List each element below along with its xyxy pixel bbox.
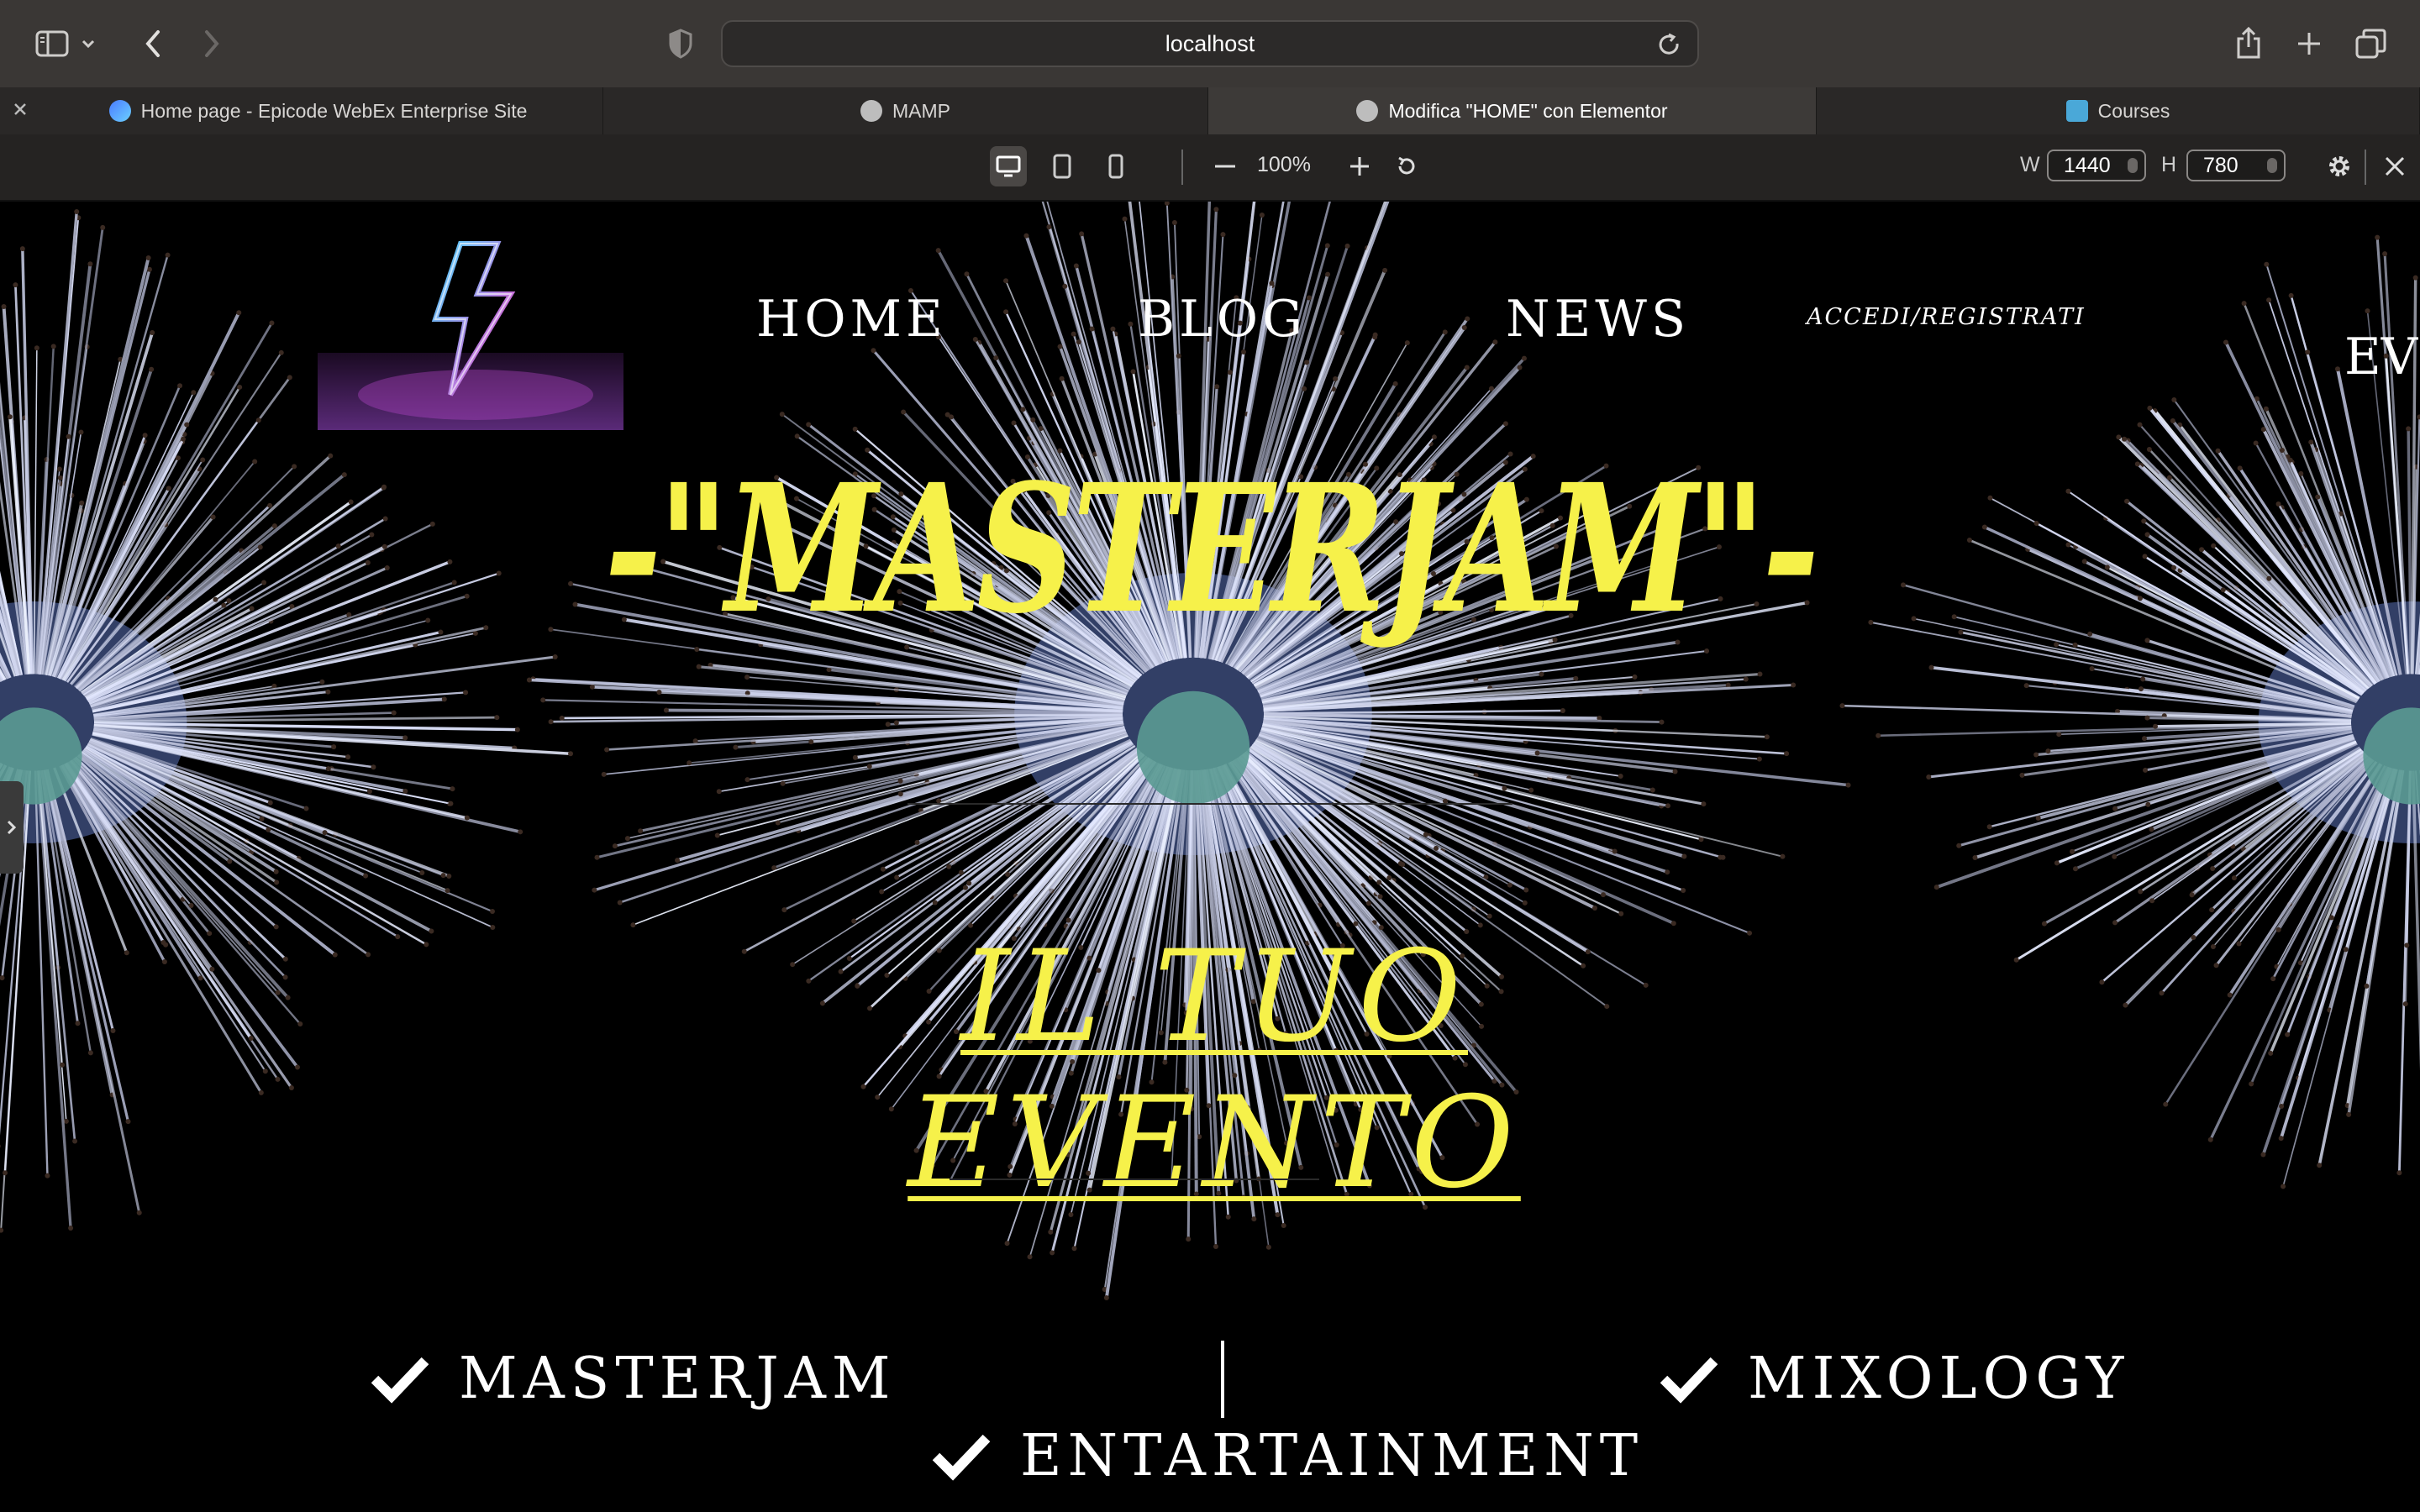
lightning-logo[interactable] [318,227,623,430]
width-value: 1440 [2064,154,2111,177]
tabs-overview-icon[interactable] [2349,22,2393,66]
width-input[interactable]: 1440 [2047,150,2146,181]
tab-label: Courses [2097,99,2170,122]
webex-favicon-icon [108,100,131,122]
feature-label: MIXOLOGY [1748,1346,2130,1412]
phone-icon[interactable] [1099,146,1133,186]
desktop-icon[interactable] [990,146,1027,186]
checkmark-icon [932,1434,991,1481]
nav-home[interactable]: HOME [756,290,947,349]
reload-icon[interactable] [1657,32,1682,63]
tab-label: Home page - Epicode WebEx Enterprise Sit… [140,99,528,122]
courses-favicon-icon [2065,100,2088,122]
nav-login-register[interactable]: ACCEDI/REGISTRATI [1807,304,2086,330]
mamp-favicon-icon [860,100,882,122]
offscreen-peek-text: EV [2344,328,2418,386]
feature-mixology: MIXOLOGY [1659,1346,2129,1412]
zoom-in-icon[interactable] [1344,146,1375,186]
feature-label: ENTARTAINMENT [1020,1423,1644,1489]
width-label: W [2020,153,2040,176]
divider [1221,1341,1224,1418]
tab-label: Modifica "HOME" con Elementor [1388,99,1668,122]
tablet-icon[interactable] [1045,146,1079,186]
address-bar[interactable]: localhost [721,20,1699,67]
tab-elementor[interactable]: Modifica "HOME" con Elementor [1208,87,1817,134]
zoom-out-icon[interactable] [1210,146,1240,186]
tab-courses[interactable]: Courses [1817,87,2420,134]
gear-icon[interactable] [2323,146,2356,186]
tab-home-page[interactable]: Home page - Epicode WebEx Enterprise Sit… [34,87,603,134]
nav-blog[interactable]: BLOG [1138,290,1307,349]
checkmark-icon [371,1357,429,1404]
share-icon[interactable] [2227,22,2270,66]
nav-news[interactable]: NEWS [1506,290,1690,349]
panel-toggle-handle[interactable] [0,781,24,874]
feature-entertainment: ENTARTAINMENT [931,1423,1644,1489]
rotate-icon[interactable] [1392,146,1422,186]
tab-label: MAMP [892,99,950,122]
height-label: H [2161,153,2177,176]
hero-title: -"MASTERJAM"- [604,445,1819,653]
close-icon[interactable] [10,99,30,123]
feature-masterjam: MASTERJAM [370,1346,897,1412]
tab-bar: Home page - Epicode WebEx Enterprise Sit… [0,87,2420,135]
browser-toolbar: localhost [0,0,2420,88]
mamp-favicon-icon [1356,100,1379,122]
height-value: 780 [2203,154,2238,177]
event-link[interactable]: IL TUO EVENTO [781,924,1647,1216]
checkmark-icon [1660,1357,1718,1404]
divider [908,803,1512,805]
zoom-level: 100% [1257,153,1311,176]
page-viewport: HOME BLOG NEWS ACCEDI/REGISTRATI EV -"MA… [0,202,2420,1512]
tab-mamp[interactable]: MAMP [603,87,1208,134]
responsive-design-bar: 100% W 1440 H 780 [0,134,2420,202]
divider [950,1179,1319,1180]
shield-icon[interactable] [659,22,702,66]
address-text: localhost [1165,30,1255,56]
close-icon[interactable] [2378,146,2412,186]
back-icon[interactable] [131,22,175,66]
feature-label: MASTERJAM [459,1346,897,1412]
chevron-down-icon[interactable] [76,22,101,66]
new-tab-icon[interactable] [2287,22,2331,66]
height-input[interactable]: 780 [2186,150,2286,181]
sidebar-icon[interactable] [30,22,74,66]
forward-icon[interactable] [190,22,234,66]
